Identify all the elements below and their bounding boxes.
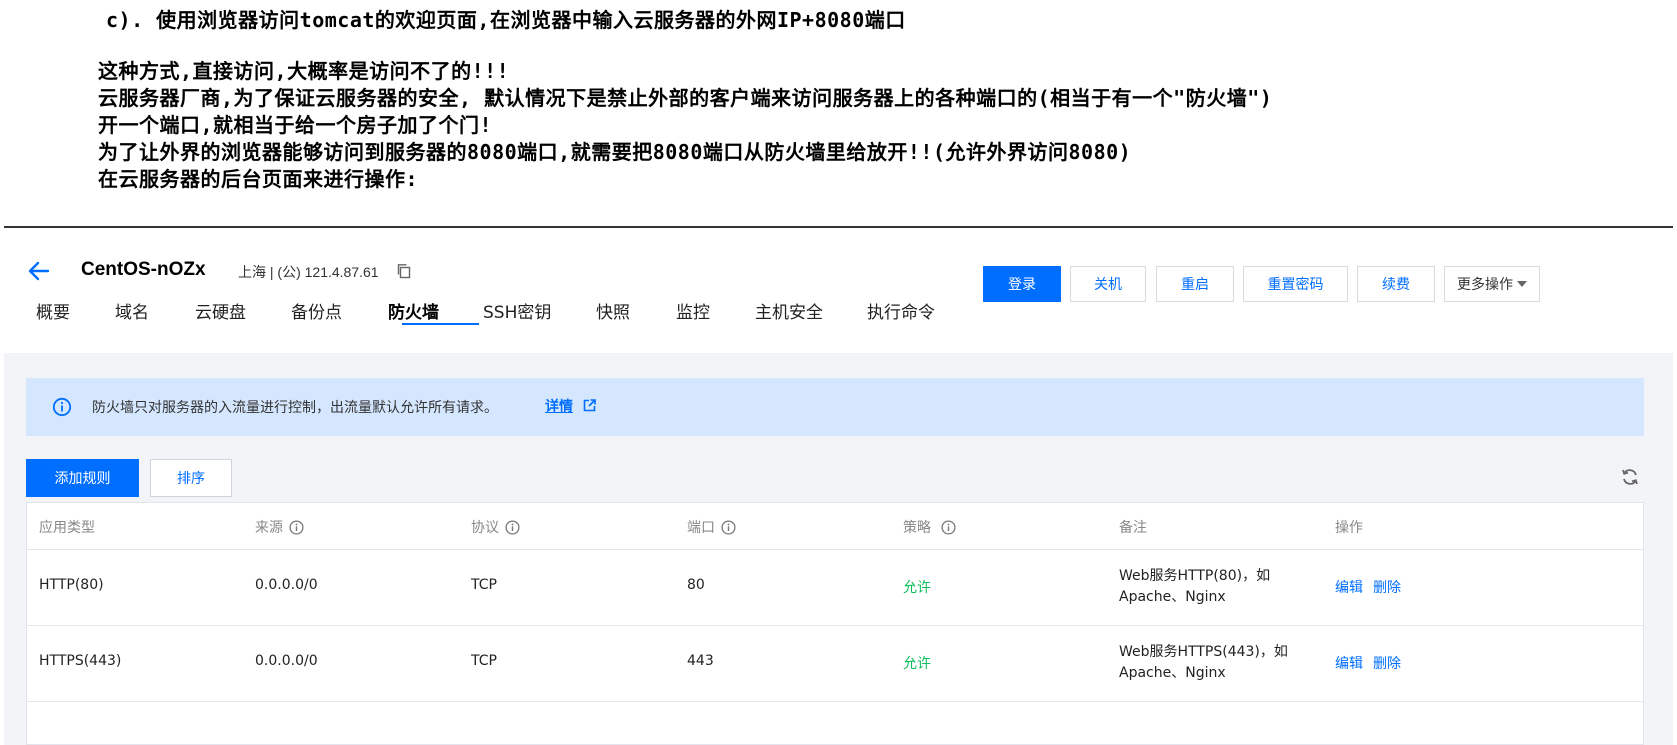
note-line: 在云服务器的后台页面来进行操作: — [98, 167, 419, 191]
column-header-label: 协议 — [471, 520, 499, 536]
tab-host-security[interactable]: 主机安全 — [755, 298, 823, 323]
cell-app-type: HTTPS(443) — [39, 653, 122, 669]
note-line: Web服务HTTPS(443)，如 — [1119, 644, 1288, 660]
edit-link[interactable]: 编辑 — [1335, 577, 1363, 597]
tab-monitor[interactable]: 监控 — [676, 298, 710, 323]
refresh-icon[interactable] — [1620, 467, 1640, 487]
help-icon[interactable] — [289, 519, 304, 535]
tab-run-command[interactable]: 执行命令 — [867, 298, 935, 323]
firewall-content: 防火墙只对服务器的入流量进行控制，出流量默认允许所有请求。 详情 添加规则 排序… — [4, 353, 1673, 745]
more-actions-label: 更多操作 — [1457, 277, 1513, 293]
external-link-icon[interactable] — [583, 399, 596, 412]
note-line: Web服务HTTP(80)，如 — [1119, 568, 1271, 584]
edit-link[interactable]: 编辑 — [1335, 653, 1363, 673]
restart-button[interactable]: 重启 — [1156, 266, 1234, 302]
shutdown-button[interactable]: 关机 — [1070, 266, 1146, 302]
more-actions-dropdown[interactable]: 更多操作 — [1444, 266, 1540, 302]
renew-button[interactable]: 续费 — [1357, 266, 1435, 302]
tab-domain[interactable]: 域名 — [115, 298, 149, 323]
server-name: CentOS-nOZx — [81, 259, 206, 280]
column-header: 策略 — [903, 517, 956, 537]
back-arrow-icon[interactable] — [26, 258, 52, 284]
caret-down-icon — [1517, 281, 1527, 287]
cell-note: Web服务HTTP(80)，如 Apache、Nginx — [1119, 566, 1319, 608]
note-line: Apache、Nginx — [1119, 589, 1226, 605]
note-heading: c). 使用浏览器访问tomcat的欢迎页面,在浏览器中输入云服务器的外网IP+… — [106, 8, 906, 32]
delete-link[interactable]: 删除 — [1373, 577, 1401, 597]
help-icon[interactable] — [505, 519, 520, 535]
table-row: HTTPS(443) 0.0.0.0/0 TCP 443 允许 Web服务HTT… — [27, 625, 1643, 702]
note-line: 这种方式,直接访问,大概率是访问不了的!!! — [98, 59, 510, 83]
tab-firewall[interactable]: 防火墙 — [388, 298, 439, 323]
column-header: 协议 — [471, 517, 520, 537]
note-line: 开一个端口,就相当于给一个房子加了个门! — [98, 113, 493, 137]
tab-backup[interactable]: 备份点 — [291, 298, 342, 323]
server-console: CentOS-nOZx 上海 | (公) 121.4.87.61 登录 关机 重… — [4, 228, 1673, 745]
column-header: 端口 — [687, 517, 736, 537]
sort-button[interactable]: 排序 — [150, 459, 232, 497]
cell-source: 0.0.0.0/0 — [255, 577, 318, 593]
tab-overview[interactable]: 概要 — [36, 298, 70, 323]
info-text: 防火墙只对服务器的入流量进行控制，出流量默认允许所有请求。 — [92, 400, 498, 416]
server-location-ip: 上海 | (公) 121.4.87.61 — [238, 264, 379, 280]
column-header: 来源 — [255, 517, 304, 537]
column-header-label: 策略 — [903, 520, 931, 536]
column-header-label: 操作 — [1335, 520, 1363, 536]
column-header-label: 来源 — [255, 520, 283, 536]
table-row: HTTP(80) 0.0.0.0/0 TCP 80 允许 Web服务HTTP(8… — [27, 549, 1643, 626]
cell-port: 80 — [687, 577, 705, 593]
cell-source: 0.0.0.0/0 — [255, 653, 318, 669]
server-header: CentOS-nOZx 上海 | (公) 121.4.87.61 登录 关机 重… — [4, 228, 1673, 353]
note-line: 为了让外界的浏览器能够访问到服务器的8080端口,就需要把8080端口从防火墙里… — [98, 140, 1132, 164]
active-tab-indicator — [402, 323, 479, 325]
tab-cloud-disk[interactable]: 云硬盘 — [195, 298, 246, 323]
details-link[interactable]: 详情 — [545, 396, 573, 416]
note-line: Apache、Nginx — [1119, 665, 1226, 681]
cell-protocol: TCP — [471, 577, 497, 593]
note-line: 云服务器厂商,为了保证云服务器的安全, 默认情况下是禁止外部的客户端来访问服务器… — [98, 86, 1273, 110]
column-header-label: 端口 — [687, 520, 715, 536]
reset-password-button[interactable]: 重置密码 — [1243, 266, 1348, 302]
cell-protocol: TCP — [471, 653, 497, 669]
column-header: 备注 — [1119, 517, 1147, 537]
column-header: 应用类型 — [39, 517, 95, 537]
help-icon[interactable] — [721, 519, 736, 535]
delete-link[interactable]: 删除 — [1373, 653, 1401, 673]
info-banner: 防火墙只对服务器的入流量进行控制，出流量默认允许所有请求。 详情 — [26, 378, 1644, 436]
help-icon[interactable] — [941, 519, 956, 535]
cell-policy: 允许 — [903, 656, 931, 672]
firewall-rules-table: 应用类型 来源 协议 端口 策略 备注 操作 HTTP(80) 0.0.0.0/… — [26, 502, 1644, 745]
tab-snapshot[interactable]: 快照 — [596, 298, 630, 323]
cell-policy: 允许 — [903, 580, 931, 596]
table-header: 应用类型 来源 协议 端口 策略 备注 操作 — [27, 503, 1643, 550]
cell-note: Web服务HTTPS(443)，如 Apache、Nginx — [1119, 642, 1319, 684]
column-header: 操作 — [1335, 517, 1363, 537]
notes-panel: c). 使用浏览器访问tomcat的欢迎页面,在浏览器中输入云服务器的外网IP+… — [0, 0, 1677, 228]
tab-bar: 概要 域名 云硬盘 备份点 防火墙 SSH密钥 快照 监控 主机安全 执行命令 — [4, 298, 1673, 330]
login-button[interactable]: 登录 — [983, 266, 1061, 302]
add-rule-button[interactable]: 添加规则 — [26, 459, 139, 497]
column-header-label: 应用类型 — [39, 520, 95, 536]
copy-icon[interactable] — [396, 263, 412, 279]
tab-ssh-keys[interactable]: SSH密钥 — [483, 298, 551, 323]
cell-app-type: HTTP(80) — [39, 577, 104, 593]
info-icon — [52, 397, 72, 417]
column-header-label: 备注 — [1119, 520, 1147, 536]
cell-port: 443 — [687, 653, 714, 669]
